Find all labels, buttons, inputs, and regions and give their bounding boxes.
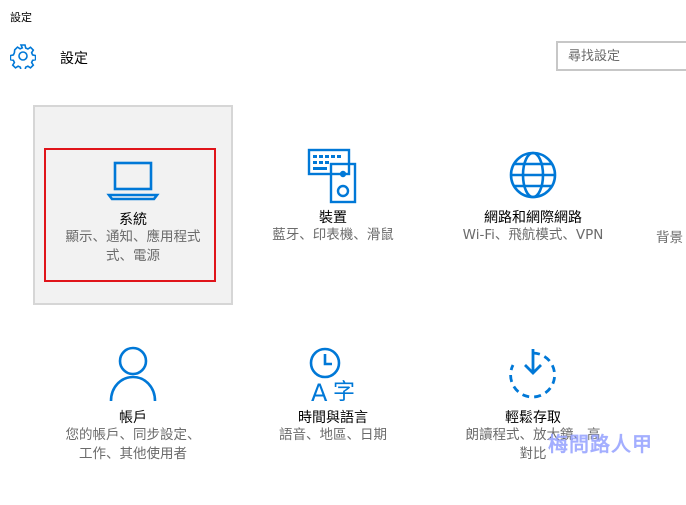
window-title: 設定 xyxy=(10,11,32,24)
tile-ease-of-access[interactable]: 輕鬆存取 朗讀程式、放大鏡、高 對比 xyxy=(433,305,633,505)
svg-text:A: A xyxy=(311,379,328,405)
person-icon xyxy=(109,346,157,402)
tile-label: 網路和網際網路 xyxy=(484,210,582,226)
globe-icon xyxy=(509,151,557,199)
search-box[interactable] xyxy=(556,41,686,71)
clock-language-icon: A 字 xyxy=(309,347,355,405)
tile-label: 帳戶 xyxy=(119,410,147,426)
tile-label: 輕鬆存取 xyxy=(505,410,561,426)
title-bar: 設定 xyxy=(0,0,686,30)
tile-system[interactable]: 系統 顯示、通知、應用程式 式、電源 xyxy=(33,105,233,305)
keyboard-speaker-icon xyxy=(307,148,357,204)
laptop-icon xyxy=(106,161,160,201)
tile-description: 您的帳戶、同步設定、 xyxy=(65,427,201,443)
page-title: 設定 xyxy=(60,51,88,67)
tile-label: 系統 xyxy=(119,212,147,228)
ease-of-access-icon xyxy=(509,349,556,399)
watermark-text: 梅問路人甲 xyxy=(548,432,653,456)
tile-network[interactable]: 網路和網際網路 Wi-Fi、飛航模式、VPN xyxy=(433,105,633,305)
tile-label: 時間與語言 xyxy=(298,410,368,426)
tile-time-language[interactable]: A 字 時間與語言 語音、地區、日期 xyxy=(233,305,433,505)
svg-text:字: 字 xyxy=(333,380,355,405)
tile-description: 工作、其他使用者 xyxy=(79,446,187,462)
tile-description: 藍牙、印表機、滑鼠 xyxy=(272,227,394,243)
tile-description: 語音、地區、日期 xyxy=(279,427,387,443)
tile-personalization-partial[interactable]: 背景 xyxy=(656,226,683,246)
tile-description: Wi-Fi、飛航模式、VPN xyxy=(462,227,604,243)
tile-accounts[interactable]: 帳戶 您的帳戶、同步設定、 工作、其他使用者 xyxy=(33,305,233,505)
tile-devices[interactable]: 裝置 藍牙、印表機、滑鼠 xyxy=(233,105,433,305)
search-input[interactable] xyxy=(558,43,686,69)
tile-description: 顯示、通知、應用程式 xyxy=(65,229,201,245)
tile-label: 裝置 xyxy=(319,210,347,226)
gear-icon xyxy=(10,44,36,69)
tile-description: 式、電源 xyxy=(106,248,160,264)
